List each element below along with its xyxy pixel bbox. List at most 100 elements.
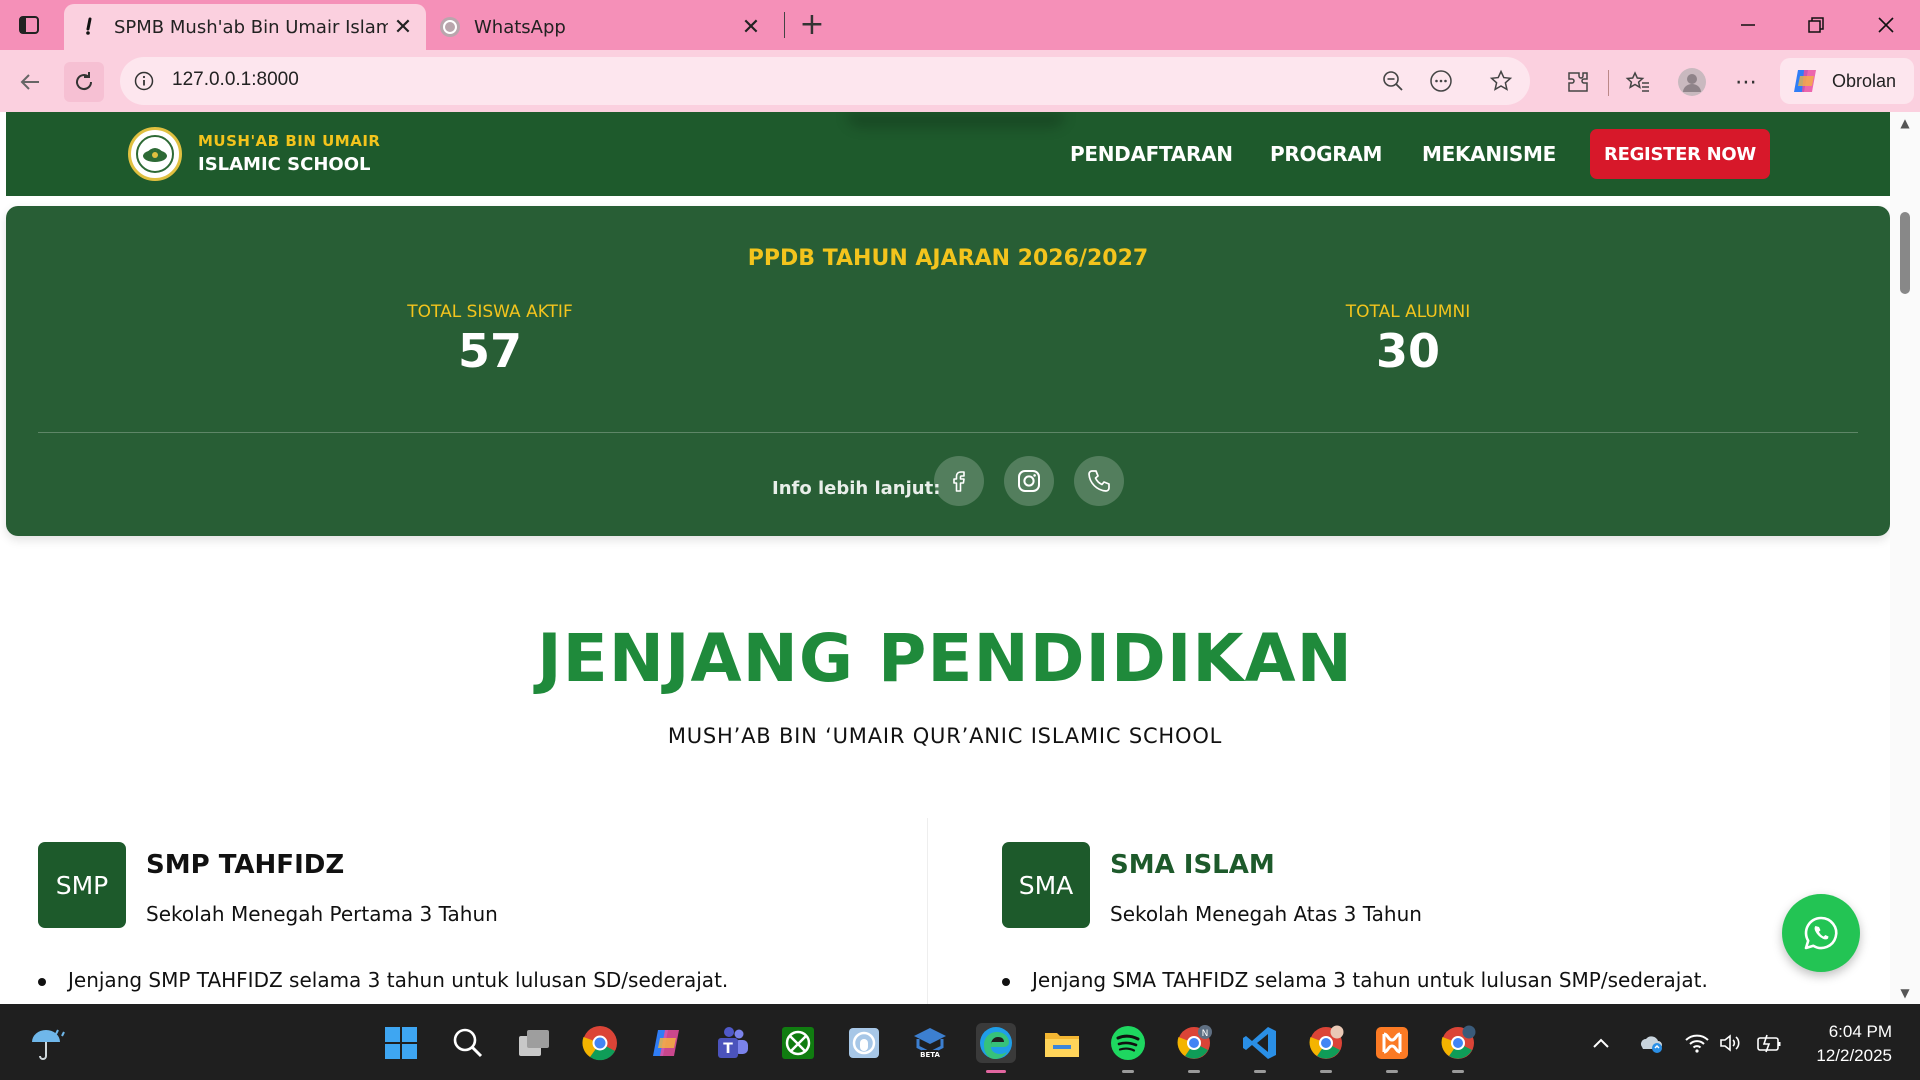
- phone-icon: [1088, 470, 1110, 492]
- whatsapp-float-button[interactable]: [1782, 894, 1860, 972]
- url-text[interactable]: 127.0.0.1:8000: [172, 69, 299, 91]
- svg-text:BETA: BETA: [920, 1051, 940, 1059]
- chrome-profile-3-icon[interactable]: [1438, 1023, 1478, 1073]
- section-subtitle: MUSH’AB BIN ‘UMAIR QUR’ANIC ISLAMIC SCHO…: [667, 724, 1223, 748]
- ppdb-title: PPDB TAHUN AJARAN 2026/2027: [747, 246, 1149, 271]
- site-navbar: MUSH'AB BIN UMAIR ISLAMIC SCHOOL PENDAFT…: [6, 112, 1890, 196]
- more-menu-icon[interactable]: ⋯: [1726, 62, 1766, 102]
- ppdb-stats-card: PPDB TAHUN AJARAN 2026/2027 TOTAL SISWA …: [6, 206, 1890, 536]
- wifi-icon[interactable]: [1684, 1030, 1710, 1056]
- vscode-icon[interactable]: [1240, 1023, 1280, 1073]
- copilot-app-icon[interactable]: [646, 1023, 686, 1063]
- windows-taskbar: T BETA N 6:04 PM 12/2/2025: [0, 1004, 1920, 1080]
- stat-value-siswa: 57: [457, 324, 522, 378]
- running-app-indicator: [1320, 1070, 1332, 1073]
- profile-avatar-icon[interactable]: [1672, 62, 1712, 102]
- edge-icon[interactable]: [976, 1023, 1016, 1073]
- nav-link-program[interactable]: PROGRAM: [1270, 142, 1382, 166]
- restore-icon[interactable]: [1796, 6, 1836, 44]
- volume-icon[interactable]: [1718, 1030, 1744, 1056]
- copilot-label: Obrolan: [1832, 70, 1897, 91]
- running-app-indicator: [1122, 1070, 1134, 1073]
- smp-badge: SMP: [38, 842, 126, 928]
- nav-link-pendaftaran[interactable]: PENDAFTARAN: [1070, 142, 1233, 166]
- system-clock[interactable]: 6:04 PM 12/2/2025: [1816, 1020, 1892, 1068]
- scroll-down-arrow-icon[interactable]: ▼: [1898, 986, 1912, 1000]
- back-icon[interactable]: [10, 62, 50, 102]
- stat-label-alumni: TOTAL ALUMNI: [1345, 302, 1471, 322]
- close-window-icon[interactable]: [1866, 6, 1906, 44]
- facebook-button[interactable]: [934, 456, 984, 506]
- section-title: JENJANG PENDIDIKAN: [537, 620, 1353, 697]
- instagram-button[interactable]: [1004, 456, 1054, 506]
- refresh-icon[interactable]: [64, 62, 104, 102]
- scrollbar-thumb[interactable]: [1900, 212, 1910, 294]
- copilot-icon: [1794, 70, 1816, 92]
- chrome-profile-2-icon[interactable]: [1306, 1023, 1346, 1073]
- scroll-up-arrow-icon[interactable]: ▲: [1898, 116, 1912, 130]
- spotify-icon[interactable]: [1108, 1023, 1148, 1073]
- smp-bullet: Jenjang SMP TAHFIDZ selama 3 tahun untuk…: [37, 968, 729, 992]
- tab-title: SPMB Mush'ab Bin Umair Islamic School: [114, 16, 388, 38]
- school-logo[interactable]: [128, 127, 182, 181]
- extensions-icon[interactable]: [1558, 62, 1598, 102]
- browser-tab-bar: SPMB Mush'ab Bin Umair Islamic School ✕ …: [0, 0, 1920, 50]
- running-app-indicator: [1188, 1070, 1200, 1073]
- tab-separator: [784, 12, 785, 38]
- new-tab-icon[interactable]: +: [796, 7, 828, 42]
- svg-text:T: T: [723, 1041, 733, 1057]
- onedrive-sync-icon[interactable]: [1638, 1030, 1664, 1056]
- chrome-icon[interactable]: [580, 1023, 620, 1063]
- file-explorer-icon[interactable]: [1042, 1023, 1082, 1063]
- navbar-shadow: [846, 112, 1066, 128]
- minimize-icon[interactable]: [1728, 6, 1768, 44]
- page-scrollbar[interactable]: ▲ ▼: [1890, 112, 1920, 1004]
- smp-description: Sekolah Menegah Pertama 3 Tahun: [146, 902, 498, 926]
- register-now-button[interactable]: REGISTER NOW: [1590, 129, 1770, 179]
- toolbar-separator: [1608, 70, 1609, 96]
- beta-app-icon[interactable]: BETA: [910, 1023, 950, 1063]
- svg-text:N: N: [1202, 1029, 1209, 1039]
- brand-name-bottom: ISLAMIC SCHOOL: [198, 154, 371, 175]
- facebook-icon: [953, 471, 965, 492]
- page-content: MUSH'AB BIN UMAIR ISLAMIC SCHOOL PENDAFT…: [0, 112, 1890, 1004]
- search-icon[interactable]: [448, 1023, 488, 1063]
- phone-button[interactable]: [1074, 456, 1124, 506]
- favorites-icon[interactable]: [1618, 62, 1658, 102]
- chrome-profile-n-icon[interactable]: N: [1174, 1023, 1214, 1073]
- tab-title: WhatsApp: [474, 16, 566, 38]
- sma-badge: SMA: [1002, 842, 1090, 928]
- close-tab-icon[interactable]: ✕: [736, 12, 766, 42]
- site-info-icon[interactable]: [132, 69, 156, 93]
- sidebar-toggle-icon[interactable]: [16, 12, 42, 38]
- running-app-indicator: [1386, 1070, 1398, 1073]
- site-favicon-icon: [78, 15, 102, 39]
- show-hidden-icons-chevron-up-icon[interactable]: [1588, 1030, 1614, 1056]
- clock-time: 6:04 PM: [1828, 1022, 1892, 1041]
- zoom-out-icon[interactable]: [1378, 66, 1408, 96]
- sma-description: Sekolah Menegah Atas 3 Tahun: [1110, 902, 1422, 926]
- sma-name: SMA ISLAM: [1110, 850, 1275, 880]
- weather-rain-icon[interactable]: [28, 1026, 68, 1062]
- column-divider: [927, 818, 928, 1004]
- copilot-button[interactable]: Obrolan: [1780, 58, 1914, 104]
- xbox-icon[interactable]: [778, 1023, 818, 1063]
- nav-link-mekanisme[interactable]: MEKANISME: [1422, 142, 1556, 166]
- tab-whatsapp[interactable]: WhatsApp ✕: [430, 4, 774, 50]
- smp-name: SMP TAHFIDZ: [146, 850, 345, 880]
- whatsapp-icon: [1804, 916, 1838, 950]
- tab-spmb[interactable]: SPMB Mush'ab Bin Umair Islamic School ✕: [64, 4, 426, 50]
- stat-label-siswa: TOTAL SISWA AKTIF: [407, 302, 573, 322]
- battery-charging-icon[interactable]: [1756, 1030, 1782, 1056]
- stat-value-alumni: 30: [1375, 324, 1440, 378]
- photos-app-icon[interactable]: [844, 1023, 884, 1063]
- teams-icon[interactable]: T: [712, 1023, 752, 1063]
- xampp-icon[interactable]: [1372, 1023, 1412, 1073]
- favorite-star-icon[interactable]: [1486, 66, 1516, 96]
- read-aloud-icon[interactable]: [1426, 66, 1456, 96]
- start-windows-icon[interactable]: [381, 1023, 421, 1063]
- task-view-icon[interactable]: [514, 1023, 554, 1063]
- address-bar[interactable]: 127.0.0.1:8000: [120, 57, 1530, 105]
- close-tab-icon[interactable]: ✕: [388, 12, 418, 42]
- info-label: Info lebih lanjut:: [772, 478, 941, 499]
